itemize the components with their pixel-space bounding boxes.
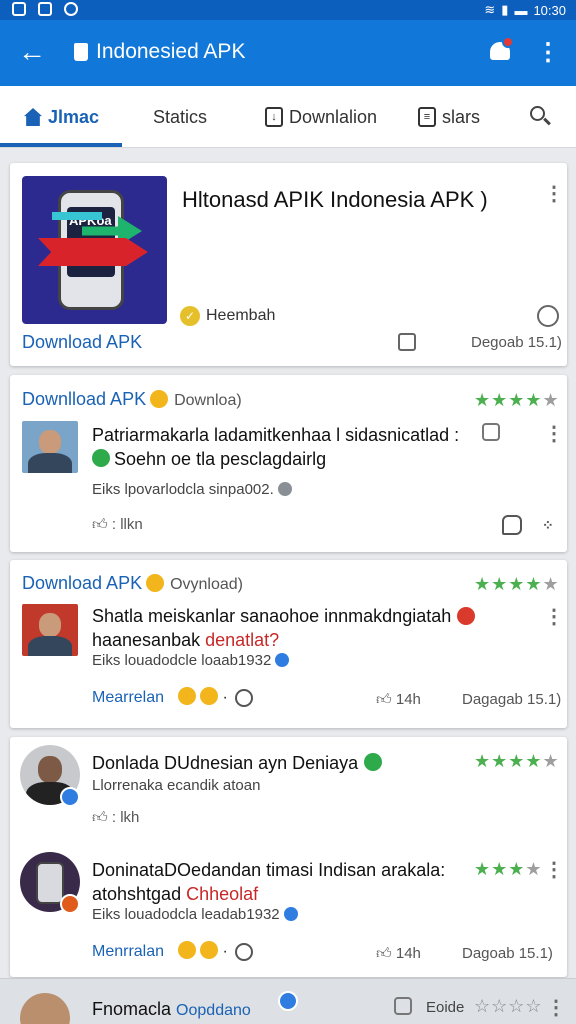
profile-menu-icon[interactable]: ⋮ <box>544 859 564 881</box>
tab-download[interactable]: ↓ Downlalion <box>265 86 377 148</box>
review-text: Patriarmakarla ladamitkenhaa l sidasnica… <box>92 425 460 469</box>
user-avatar <box>20 993 70 1024</box>
back-arrow-icon[interactable]: ← <box>16 37 48 69</box>
version-meta: Degoab 15.1) <box>471 334 562 351</box>
like-button[interactable]: 👍︎ : llkn <box>92 516 143 534</box>
review-text: Shatla meiskanlar sanaohoe innmakdngiata… <box>92 604 512 652</box>
emoji-icon <box>150 390 169 408</box>
verified-badge-icon <box>60 894 80 914</box>
emoji-icon <box>146 574 165 592</box>
status-bar: ≋ ▮ ▬ 10:30 <box>0 0 576 20</box>
bottom-item-action[interactable]: Eoide <box>426 999 464 1016</box>
comment-icon[interactable] <box>502 515 522 535</box>
search-icon[interactable] <box>530 106 552 128</box>
rating-stars: ★★★★ <box>474 859 543 879</box>
tab-label: slars <box>442 106 481 127</box>
developer-badge-icon: ✓ <box>180 306 200 326</box>
profile-name[interactable]: DoninataDOedandan timasi Indisan arakala… <box>92 858 472 906</box>
verified-badge-icon <box>278 991 298 1011</box>
reviewer-avatar <box>22 421 78 473</box>
tab-label: Downlalion <box>289 106 378 127</box>
rating-stars: ☆☆☆☆ <box>474 996 543 1016</box>
bottom-list-item[interactable]: Fnomacla Oopddano Eoide ☆☆☆☆ ⋮ <box>0 978 576 1024</box>
mention-link[interactable]: Menrralan <box>92 943 164 961</box>
tab-indicator <box>0 143 122 147</box>
thumbs-up-icon: 👍︎ <box>92 809 108 826</box>
review-menu-icon[interactable]: ⋮ <box>544 423 564 445</box>
tab-label: Jlmac <box>48 106 100 127</box>
version-meta: Dagagab 15.1) <box>462 691 562 708</box>
rating-stars: ★★★★★ <box>474 574 560 594</box>
review-card[interactable]: Downlload APK Downloa) ★★★★★ Patriarmakar… <box>10 375 567 552</box>
profile-name[interactable]: Donlada DUdnesian ayn Deniaya <box>92 751 472 775</box>
app-thumbnail: APKoa <box>22 176 167 324</box>
like-button[interactable]: 👍︎ : lkh <box>92 809 139 827</box>
notifications-button[interactable] <box>486 36 514 68</box>
thumbs-up-icon: 👍︎ <box>92 516 108 533</box>
tab-label: Statics <box>153 106 208 127</box>
app-title: Indonesied APK <box>96 40 246 63</box>
profile-subtitle: Llorrenaka ecandik atoan <box>92 777 261 794</box>
tab-home[interactable]: Jlmac <box>24 86 99 148</box>
mention-link[interactable]: Mearrelan <box>92 689 164 707</box>
lock-icon <box>38 2 52 16</box>
featured-title: Hltonasd APIK Indonesia APK ) <box>182 187 488 212</box>
reaction-icons[interactable]: · <box>178 941 228 961</box>
flower-icon <box>457 607 476 625</box>
translate-icon[interactable] <box>482 423 500 441</box>
rating-stars: ★★★★★ <box>474 751 560 771</box>
sync-icon <box>64 2 78 16</box>
review-header[interactable]: Downlload APK Downloa) <box>22 389 242 410</box>
review-meta: Eiks louadodcle loaab1932 <box>92 652 290 669</box>
review-meta: Eiks lpovarlodcla sinpa002. <box>92 481 292 498</box>
tab-stars[interactable]: ≡ slars <box>418 86 480 148</box>
reaction-icons[interactable]: · <box>178 687 228 707</box>
signal-icon: ▮ <box>501 2 509 17</box>
reviewer-avatar <box>22 604 78 656</box>
review-header[interactable]: Download APK Ovynload) <box>22 573 243 594</box>
comment-icon[interactable] <box>235 943 253 961</box>
rating-stars: ★★★★★ <box>474 390 560 410</box>
list-icon: ≡ <box>418 107 436 127</box>
overflow-menu-icon[interactable]: ⋮ <box>536 38 560 68</box>
image-icon <box>12 2 26 16</box>
thumbs-up-icon: 👍︎ <box>376 691 392 708</box>
home-icon <box>24 108 42 126</box>
like-button[interactable]: 👍︎ 14h <box>376 691 421 709</box>
review-menu-icon[interactable]: ⋮ <box>544 606 564 628</box>
developer-name: Heembah <box>206 307 276 324</box>
thumbs-up-icon[interactable] <box>398 333 416 351</box>
download-apk-link[interactable]: Download APK <box>22 332 142 353</box>
lock-icon <box>74 43 88 61</box>
featured-app-card[interactable]: APKoa Hltonasd APIK Indonesia APK ) ⋮ ✓ … <box>10 163 567 366</box>
more-actions-icon[interactable]: ⁘ <box>542 517 554 534</box>
like-button[interactable]: 👍︎ 14h <box>376 945 421 963</box>
bottom-item-name: Fnomacla Oopddano <box>92 999 251 1019</box>
profile-list-card: Donlada DUdnesian ayn Deniaya ★★★★★ Llor… <box>10 737 567 977</box>
profile-meta: Eiks louadodcla leadab1932 <box>92 906 298 923</box>
thumbs-up-icon: 👍︎ <box>376 945 392 962</box>
app-bar: ← Indonesied APK ⋮ <box>0 20 576 86</box>
document-icon <box>394 997 412 1015</box>
clock-icon <box>537 305 559 327</box>
tab-bar: Jlmac Statics ↓ Downlalion ≡ slars <box>0 86 576 148</box>
tab-statics[interactable]: Statics <box>153 86 207 148</box>
notification-badge <box>502 36 514 48</box>
bottom-menu-icon[interactable]: ⋮ <box>546 997 566 1019</box>
review-card[interactable]: Download APK Ovynload) ★★★★★ Shatla meisk… <box>10 560 567 728</box>
version-meta: Dagoab 15.1) <box>462 945 553 962</box>
battery-icon: ▬ <box>514 2 528 18</box>
card-menu-icon[interactable]: ⋮ <box>544 183 564 205</box>
status-time: 10:30 <box>533 2 566 18</box>
wifi-icon: ≋ <box>484 2 496 17</box>
verified-badge-icon <box>60 787 80 807</box>
download-icon: ↓ <box>265 107 283 127</box>
comment-icon[interactable] <box>235 689 253 707</box>
